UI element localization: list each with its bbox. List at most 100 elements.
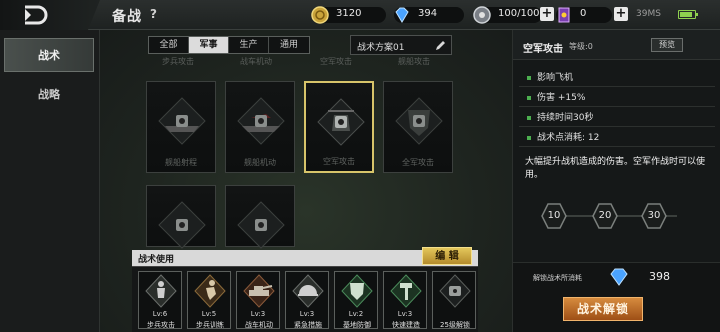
helmet-icon	[292, 274, 324, 308]
ticket-value: 0	[580, 8, 587, 19]
slot-level: Lv:6	[152, 310, 168, 318]
slot-level: Lv:3	[250, 310, 266, 318]
tactic-usage-bar: 战术使用 编 辑	[132, 247, 478, 266]
tactics-panel: 全部 军事 生产 通用 战术方案01 步兵攻击 战车机动 空军攻击 舰船攻击 舰…	[100, 30, 512, 332]
level-node[interactable]: 20	[592, 203, 618, 229]
level-node[interactable]: 30	[641, 203, 667, 229]
level-node[interactable]: 10	[541, 203, 567, 229]
back-button[interactable]	[0, 0, 100, 30]
tactic-slot[interactable]: Lv:3 快速建造	[383, 271, 427, 329]
card-label-partial: 步兵攻击	[162, 57, 194, 66]
tactic-detail-panel: 空军攻击 等级:0 预览 影响飞机 伤害 +15% 持续时间30秒 战术点消耗:…	[512, 30, 720, 332]
gold-coin-icon	[311, 6, 329, 24]
tactic-slot-locked[interactable]: 25级解锁	[432, 271, 476, 329]
nav-tactics[interactable]: 战术	[4, 38, 94, 72]
slot-name: 步兵攻击	[147, 321, 175, 329]
edit-pencil-icon[interactable]	[435, 40, 446, 51]
slot-name: 步兵训练	[196, 321, 224, 329]
shield-icon	[341, 274, 373, 308]
unlock-button[interactable]: 战术解锁	[563, 297, 643, 321]
ship-icon	[237, 97, 285, 145]
tactic-slot[interactable]: Lv:2 基地防御	[334, 271, 378, 329]
network-latency: 39MS	[636, 9, 661, 19]
divider	[519, 106, 715, 107]
card-label: 全军攻击	[402, 158, 434, 167]
detail-title: 空军攻击	[523, 44, 563, 55]
divider	[519, 86, 715, 87]
help-icon[interactable]: ?	[150, 7, 157, 21]
runner-icon	[194, 274, 226, 308]
left-nav: 战术 战略	[0, 30, 100, 332]
effect-item: 战术点消耗: 12	[527, 130, 599, 143]
ship-icon	[158, 97, 206, 145]
add-ticket-button[interactable]: +	[614, 7, 628, 21]
shield-icon	[395, 97, 443, 145]
edit-button[interactable]: 编 辑	[422, 247, 472, 265]
helicopter-icon	[317, 98, 365, 146]
diamond-icon	[610, 268, 628, 286]
card-label-partial: 战车机动	[240, 57, 272, 66]
preview-button[interactable]: 预览	[651, 38, 683, 52]
tab-all[interactable]: 全部	[149, 37, 189, 53]
tactic-card[interactable]: 舰船射程	[146, 81, 216, 173]
usage-title: 战术使用	[138, 255, 175, 265]
tactic-slot[interactable]: Lv:3 战车机动	[236, 271, 280, 329]
plan-selector[interactable]: 战术方案01	[350, 35, 452, 55]
tactic-description: 大幅提升战机造成的伤害。空军作战时可以使用。	[525, 157, 706, 180]
tactic-card-selected[interactable]: 空军攻击	[304, 81, 374, 173]
tactic-slot[interactable]: Lv:3 紧急措施	[285, 271, 329, 329]
filter-tabs: 全部 军事 生产 通用	[148, 36, 310, 54]
ticket-counter: 0	[556, 7, 612, 23]
tab-production[interactable]: 生产	[229, 37, 269, 53]
stamina-counter: 100/100	[473, 6, 542, 24]
top-bar: 备战 ? 3120 394 100/100 + 0 + 39MS	[0, 0, 720, 30]
gem-counter: 394	[394, 7, 464, 23]
tactic-card[interactable]: 舰船机动	[225, 81, 295, 173]
effect-item: 影响飞机	[527, 70, 573, 83]
soldier-icon	[145, 274, 177, 308]
nav-strategy[interactable]: 战略	[4, 78, 94, 112]
detail-header: 空军攻击 等级:0 预览	[513, 30, 720, 60]
back-icon	[25, 5, 48, 25]
detail-level: 等级:0	[569, 42, 593, 51]
slot-name: 基地防御	[343, 321, 371, 329]
card-label: 空军攻击	[323, 157, 355, 166]
card-label: 舰船射程	[165, 158, 197, 167]
effect-item: 伤害 +15%	[527, 90, 585, 103]
ticket-icon	[558, 7, 570, 23]
consume-label: 解锁战术所消耗	[533, 274, 582, 282]
tactic-card[interactable]	[146, 185, 216, 249]
plan-name: 战术方案01	[357, 43, 405, 53]
gold-value: 3120	[336, 8, 362, 19]
tactic-slots: Lv:6 步兵攻击 Lv:5 步兵训练 Lv:3 战车机动 Lv:3 紧急措施 …	[132, 266, 478, 332]
lock-icon	[439, 274, 471, 308]
battery-icon	[678, 10, 698, 19]
emblem-icon	[158, 201, 206, 249]
add-stamina-button[interactable]: +	[540, 7, 554, 21]
unlock-section: 解锁战术所消耗 398 战术解锁	[513, 262, 720, 332]
slot-name: 快速建造	[392, 321, 420, 329]
slot-level: Lv:2	[348, 310, 364, 318]
emblem-icon	[237, 201, 285, 249]
slot-name: 25级解锁	[440, 321, 470, 329]
stamina-value: 100/100	[498, 8, 540, 19]
consume-value: 398	[649, 270, 670, 283]
tactic-slot[interactable]: Lv:5 步兵训练	[187, 271, 231, 329]
tab-general[interactable]: 通用	[269, 37, 309, 53]
gold-counter: 3120	[311, 6, 386, 24]
card-label-partial: 舰船攻击	[398, 57, 430, 66]
tab-military[interactable]: 军事	[189, 37, 229, 53]
tank-icon	[243, 274, 275, 308]
slot-name: 紧急措施	[294, 321, 322, 329]
diamond-icon	[395, 7, 409, 23]
gem-value: 394	[418, 8, 438, 19]
tactic-card[interactable]: 全军攻击	[383, 81, 453, 173]
page-title: 备战	[112, 9, 142, 25]
tactic-slot[interactable]: Lv:6 步兵攻击	[138, 271, 182, 329]
divider	[519, 126, 715, 127]
hammer-icon	[390, 274, 422, 308]
card-label: 舰船机动	[244, 158, 276, 167]
slot-level: Lv:3	[299, 310, 315, 318]
effect-item: 持续时间30秒	[527, 110, 593, 123]
tactic-card[interactable]	[225, 185, 295, 249]
